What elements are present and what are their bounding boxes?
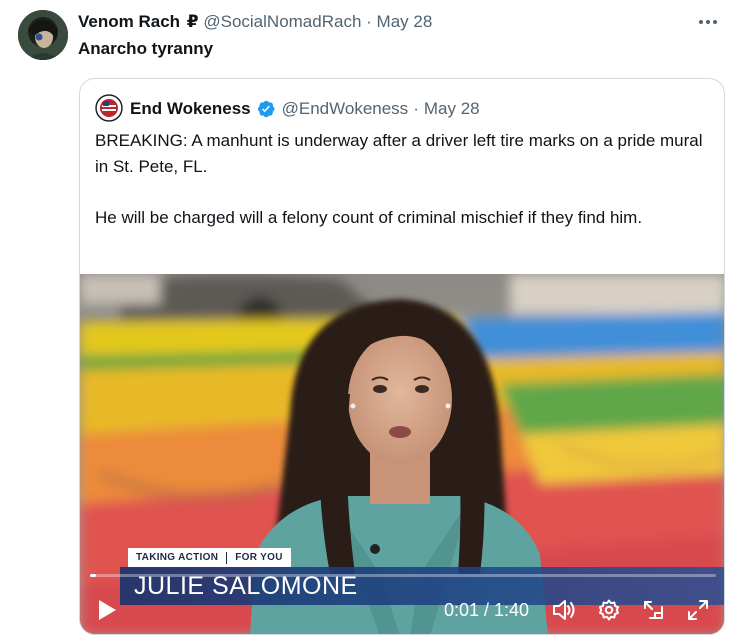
- author-avatar[interactable]: [18, 10, 68, 60]
- quoted-author-name[interactable]: End Wokeness: [130, 98, 251, 120]
- author-name[interactable]: Venom Rach: [78, 12, 180, 31]
- video-player[interactable]: TAKING ACTION FOR YOU JULIE SALOMONE 0:0…: [80, 274, 724, 634]
- author-handle[interactable]: @SocialNomadRach: [203, 12, 361, 31]
- quoted-tweet-header: End Wokeness @EndWokeness · May 28: [130, 98, 480, 120]
- quoted-tweet-text: BREAKING: A manhunt is underway after a …: [95, 128, 705, 230]
- chyron-tag-bar: TAKING ACTION FOR YOU: [128, 548, 291, 567]
- volume-icon[interactable]: [550, 596, 578, 624]
- separator-dot: ·: [413, 99, 419, 118]
- more-horizontal-icon[interactable]: [694, 10, 722, 34]
- quoted-paragraph-1: BREAKING: A manhunt is underway after a …: [95, 131, 703, 176]
- fullscreen-icon[interactable]: [684, 596, 712, 624]
- chyron-tag-1: TAKING ACTION: [136, 552, 219, 563]
- gear-icon[interactable]: [595, 596, 623, 624]
- video-progress-bar[interactable]: [90, 574, 716, 577]
- play-icon[interactable]: [94, 596, 120, 624]
- quoted-tweet[interactable]: End Wokeness @EndWokeness · May 28 BREAK…: [79, 78, 725, 635]
- video-controls: 0:01 / 1:40: [80, 590, 724, 630]
- video-progress-fill: [90, 574, 97, 577]
- video-time: 0:01 / 1:40: [444, 600, 530, 620]
- quoted-author-handle[interactable]: @EndWokeness: [282, 98, 409, 120]
- tweet-date[interactable]: May 28: [377, 12, 433, 31]
- quoted-author-avatar[interactable]: [95, 94, 123, 122]
- author-badge: ₽: [186, 12, 199, 31]
- chyron-tag-2: FOR YOU: [235, 552, 283, 563]
- picture-in-picture-icon[interactable]: [640, 596, 668, 624]
- tweet[interactable]: Venom Rach ₽ @SocialNomadRach · May 28 A…: [0, 0, 736, 644]
- tweet-header: Venom Rach ₽ @SocialNomadRach · May 28: [78, 11, 676, 33]
- verified-badge-icon: [256, 99, 276, 119]
- quoted-paragraph-2: He will be charged will a felony count o…: [95, 207, 643, 227]
- quoted-tweet-date[interactable]: May 28: [424, 98, 480, 120]
- separator-dot: ·: [366, 12, 372, 31]
- tweet-text: Anarcho tyranny: [78, 39, 214, 58]
